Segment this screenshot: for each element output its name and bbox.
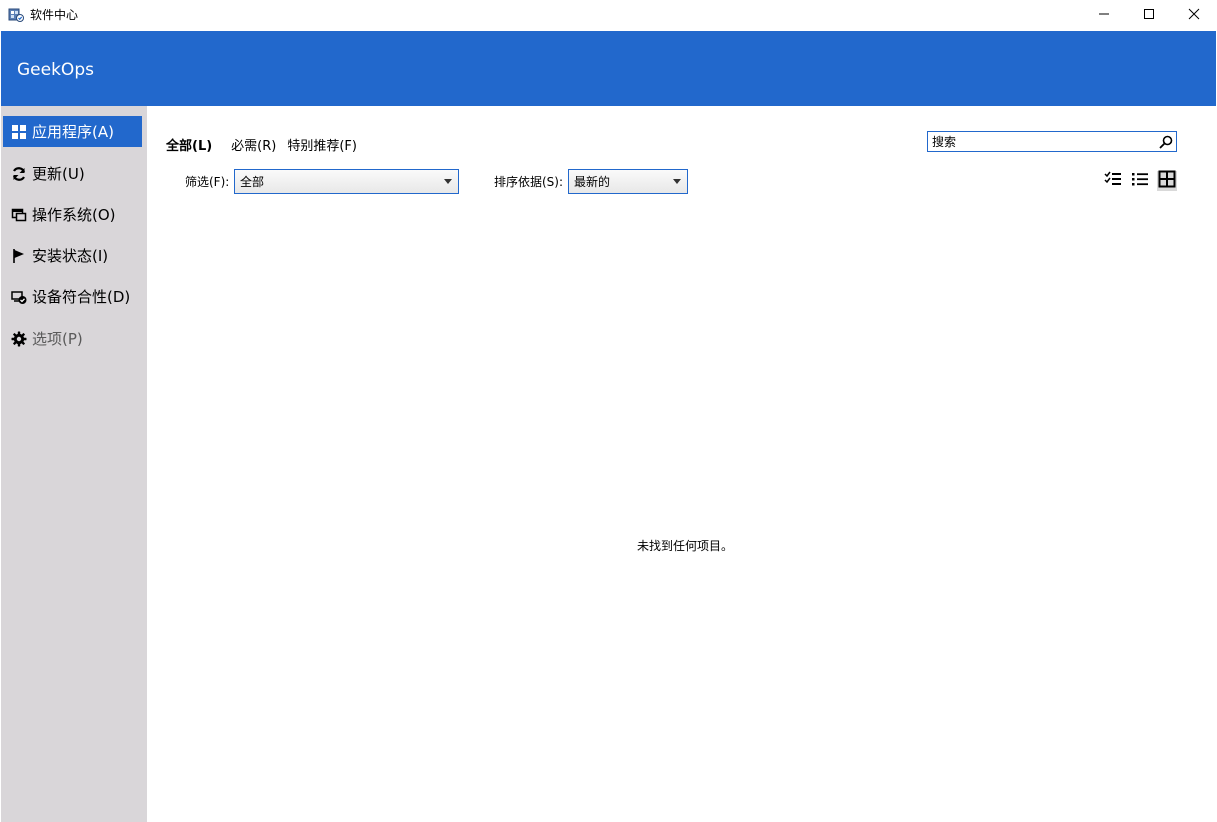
search-box [927,131,1177,152]
sidebar-item-device-compliance[interactable]: 设备符合性(D) [3,281,142,312]
sidebar: 应用程序(A) 更新(U) 操作系统(O) 安装状态(I) 设备符合性(D) 选… [1,106,147,822]
search-input[interactable] [928,132,1153,151]
sort-dropdown[interactable]: 最新的 [568,169,688,194]
list-view-button[interactable] [1130,171,1150,191]
chevron-down-icon [444,179,452,184]
minimize-icon [1098,8,1110,24]
search-icon[interactable] [1158,134,1174,150]
flag-icon [10,247,28,265]
chevron-down-icon [673,179,681,184]
sidebar-item-operating-systems[interactable]: 操作系统(O) [3,199,142,230]
sort-value: 最新的 [574,175,611,189]
tab-featured[interactable]: 特别推荐(F) [287,138,357,156]
sidebar-item-applications[interactable]: 应用程序(A) [3,116,142,147]
title-bar: 软件中心 [0,0,1217,31]
refresh-icon [10,165,28,183]
sidebar-item-label: 操作系统(O) [32,205,116,224]
checklist-view-button[interactable] [1103,171,1123,191]
checklist-view-icon [1104,170,1122,192]
sidebar-item-updates[interactable]: 更新(U) [3,158,142,189]
software-center-icon [8,7,24,23]
maximize-icon [1143,8,1155,24]
brand-name: GeekOps [17,60,94,80]
minimize-button[interactable] [1081,0,1127,31]
sidebar-item-label: 设备符合性(D) [32,287,131,306]
sort-label: 排序依据(S): [494,175,564,189]
sidebar-item-label: 安装状态(I) [32,246,109,265]
header-banner: GeekOps [1,31,1216,106]
apps-grid-icon [10,123,28,141]
tile-view-icon [1158,170,1176,192]
close-button[interactable] [1171,0,1217,31]
filter-value: 全部 [240,175,265,189]
window-title: 软件中心 [30,8,79,22]
list-view-icon [1131,170,1149,192]
windows-stack-icon [10,206,28,224]
sidebar-item-options[interactable]: 选项(P) [3,323,142,354]
sidebar-item-label: 应用程序(A) [32,122,114,141]
sidebar-item-label: 选项(P) [32,329,83,348]
category-tabs: 全部(L) 必需(R) 特别推荐(F) [166,138,368,156]
device-check-icon [10,288,28,306]
tile-view-button[interactable] [1157,170,1177,192]
gear-icon [10,330,28,348]
tab-required[interactable]: 必需(R) [231,138,276,156]
filter-label: 筛选(F): [185,175,230,189]
filter-dropdown[interactable]: 全部 [234,169,459,194]
sidebar-item-installation-status[interactable]: 安装状态(I) [3,240,142,271]
empty-state-message: 未找到任何项目。 [637,539,734,553]
sidebar-item-label: 更新(U) [32,164,85,183]
close-icon [1188,8,1200,24]
maximize-button[interactable] [1126,0,1172,31]
tab-all[interactable]: 全部(L) [166,138,212,156]
